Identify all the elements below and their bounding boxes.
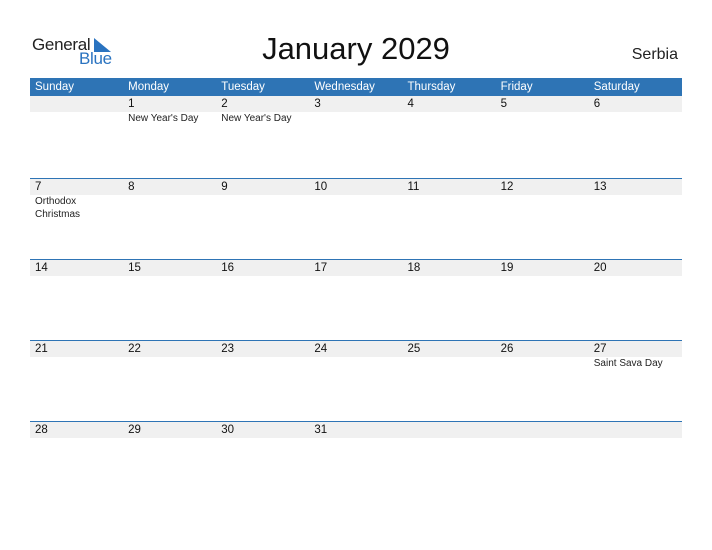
holiday-label: Orthodox Christmas [35,196,81,220]
day-cell: 20 [589,260,682,276]
day-cell: 4 [403,96,496,125]
day-cell: 8 [123,179,216,221]
day-number: 19 [500,262,514,274]
day-number: 22 [128,343,141,355]
day-cell: 7 Orthodox Christmas [30,179,123,221]
weekday-monday: Monday [128,81,170,93]
day-cell: 19 [496,260,589,276]
day-cell: 10 [309,179,402,221]
day-number: 1 [128,98,135,110]
day-number: 24 [314,343,328,355]
day-number: 18 [407,262,421,274]
day-cell: 22 [123,341,216,370]
holiday-label: New Year's Day [221,113,292,124]
day-cell: 12 [496,179,589,221]
weeks-container: 1 New Year's Day 2 New Year's Day 3 4 5 6 7 Ortho… [30,96,682,502]
day-cell: 9 [216,179,309,221]
day-number: 31 [314,424,328,436]
week-row: 14 15 16 17 18 19 20 [30,259,682,340]
day-cell: 14 [30,260,123,276]
day-cell [403,422,496,438]
day-number: 12 [500,181,514,193]
day-number [501,422,589,438]
day-number: 27 [593,343,607,355]
day-number: 20 [593,262,607,274]
day-number: 11 [407,181,420,193]
holiday-label: Saint Sava Day [593,358,663,369]
week-row: 7 Orthodox Christmas 8 9 10 11 12 13 [30,178,682,259]
day-number: 17 [314,262,328,274]
day-number: 2 [221,98,228,110]
day-cell: 17 [309,260,402,276]
day-cell [589,422,682,438]
week-days: 1 New Year's Day 2 New Year's Day 3 4 5 6 [30,96,682,125]
weekday-sunday: Sunday [35,81,75,93]
day-cell: 15 [123,260,216,276]
week-days: 7 Orthodox Christmas 8 9 10 11 12 13 [30,179,682,221]
day-cell: 18 [403,260,496,276]
week-row: 1 New Year's Day 2 New Year's Day 3 4 5 6 [30,96,682,178]
day-cell: 25 [403,341,496,370]
day-number [594,422,682,438]
day-number: 14 [35,262,48,274]
day-cell: 27 Saint Sava Day [589,341,682,370]
day-cell: 30 [216,422,309,438]
day-cell: 16 [216,260,309,276]
weekday-tuesday: Tuesday [221,81,265,93]
day-number: 28 [35,424,48,436]
day-cell: 3 [309,96,402,125]
week-row: 28 29 30 31 [30,421,682,502]
day-number: 6 [593,98,601,110]
country-label: Serbia [631,46,678,63]
weekday-friday: Friday [500,81,533,93]
day-number: 30 [221,424,235,436]
day-cell: 5 [496,96,589,125]
day-cell: 28 [30,422,123,438]
day-number [408,422,496,438]
day-cell [30,96,123,125]
day-number: 25 [407,343,421,355]
day-number: 13 [593,181,607,193]
weekday-thursday: Thursday [407,81,456,93]
day-number: 16 [221,262,235,274]
day-number: 5 [500,98,508,110]
day-number: 21 [35,343,48,355]
day-cell: 1 New Year's Day [123,96,216,125]
day-cell: 2 New Year's Day [216,96,309,125]
day-cell [496,422,589,438]
day-cell: 23 [216,341,309,370]
weekday-saturday: Saturday [593,81,640,93]
day-cell: 29 [123,422,216,438]
day-number: 4 [407,98,414,110]
day-number: 7 [35,181,42,193]
day-number: 23 [221,343,235,355]
calendar-title: January 2029 [262,31,450,66]
calendar-grid: Sunday Monday Tuesday Wednesday Thursday… [30,78,682,502]
day-number: 26 [500,343,514,355]
day-cell: 24 [309,341,402,370]
day-cell: 13 [589,179,682,221]
day-cell: 31 [309,422,402,438]
day-cell: 26 [496,341,589,370]
day-number [35,96,123,112]
day-number: 10 [314,181,328,193]
day-cell: 6 [589,96,682,125]
day-number: 8 [128,181,135,193]
day-number: 15 [128,262,141,274]
day-number: 9 [221,181,228,193]
day-number: 29 [128,424,141,436]
day-cell: 11 [403,179,496,221]
week-row: 21 22 23 24 25 26 27 Saint Sava Day [30,340,682,421]
week-days: 28 29 30 31 [30,422,682,438]
weekday-wednesday: Wednesday [314,81,375,93]
weekday-header: Sunday Monday Tuesday Wednesday Thursday… [30,78,682,96]
holiday-label: New Year's Day [128,113,199,124]
day-cell: 21 [30,341,123,370]
week-days: 14 15 16 17 18 19 20 [30,260,682,276]
day-number: 3 [314,98,321,110]
week-days: 21 22 23 24 25 26 27 Saint Sava Day [30,341,682,370]
